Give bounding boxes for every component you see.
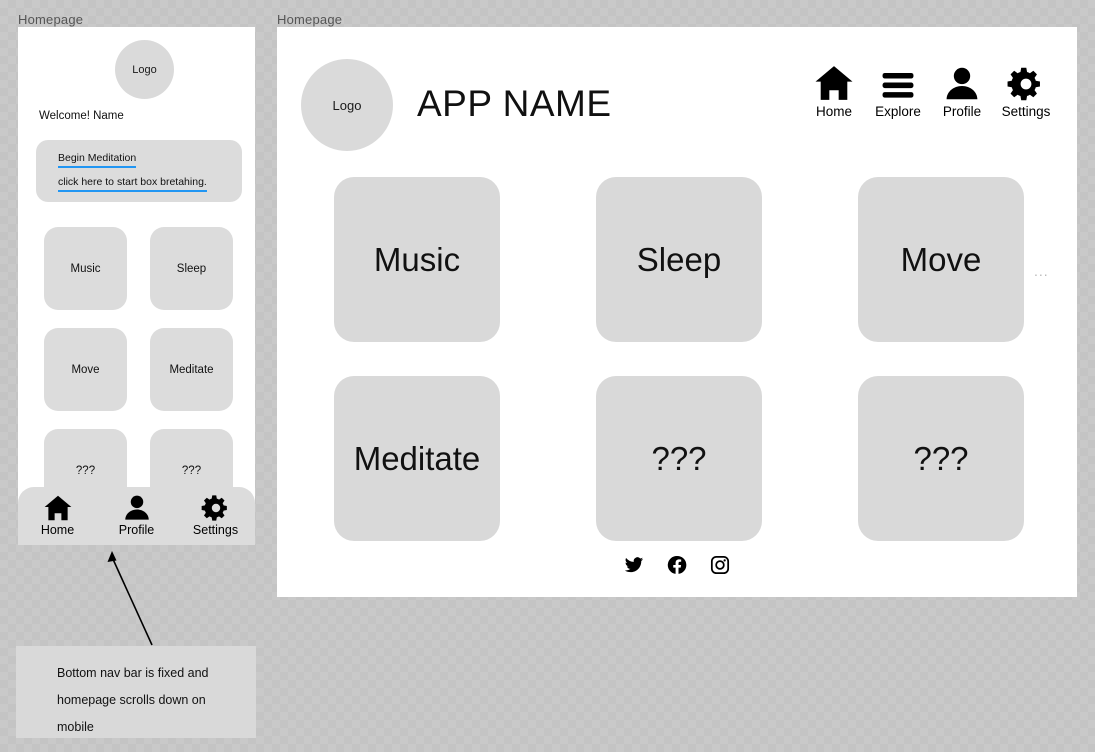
desktop-nav-item-home[interactable]: Home <box>809 64 859 120</box>
mobile-tile-meditate[interactable]: Meditate <box>150 328 233 411</box>
mobile-welcome-text: Welcome! Name <box>39 110 124 122</box>
desktop-category-grid: Music Sleep Move Meditate ??? ??? <box>334 177 1024 541</box>
annotation-arrow <box>107 551 153 646</box>
begin-meditation-card[interactable]: Begin Meditation click here to start box… <box>36 140 242 202</box>
desktop-tile-sleep[interactable]: Sleep <box>596 177 762 342</box>
mobile-bottom-nav-bar: Home Profile Settings <box>18 487 255 545</box>
desktop-nav-item-profile[interactable]: Profile <box>937 66 987 120</box>
social-links-row <box>277 555 1077 580</box>
desktop-nav-label-explore: Explore <box>875 104 921 119</box>
desktop-nav-label-settings: Settings <box>1001 104 1051 119</box>
gear-icon <box>1006 66 1046 102</box>
home-icon <box>813 64 855 102</box>
annotation-note: Bottom nav bar is fixed and homepage scr… <box>16 646 256 738</box>
gear-icon <box>201 494 231 522</box>
desktop-logo-placeholder: Logo <box>301 59 393 151</box>
annotation-line-3: mobile <box>57 720 94 734</box>
mobile-nav-item-settings[interactable]: Settings <box>185 494 247 537</box>
box-breathing-link[interactable]: click here to start box bretahing. <box>58 175 207 192</box>
mobile-nav-label-profile: Profile <box>118 523 155 537</box>
mobile-logo-text: Logo <box>132 63 157 76</box>
desktop-logo-text: Logo <box>332 97 362 113</box>
mobile-category-grid: Music Sleep Move Meditate ??? ??? <box>44 227 234 512</box>
person-icon <box>122 494 152 522</box>
mockup-canvas: Homepage Logo Welcome! Name Begin Medita… <box>0 0 1095 752</box>
twitter-icon[interactable] <box>624 555 644 580</box>
desktop-frame-label: Homepage <box>277 12 343 27</box>
desktop-tile-meditate[interactable]: Meditate <box>334 376 500 541</box>
mobile-nav-label-home: Home <box>40 523 75 537</box>
hamburger-menu-icon <box>879 68 917 102</box>
mobile-nav-label-settings: Settings <box>192 523 239 537</box>
desktop-tile-move[interactable]: Move <box>858 177 1024 342</box>
app-name-title: APP NAME <box>417 83 612 124</box>
mobile-tile-sleep[interactable]: Sleep <box>150 227 233 310</box>
mobile-logo-placeholder: Logo <box>115 40 174 99</box>
begin-meditation-link[interactable]: Begin Meditation <box>58 151 137 168</box>
desktop-top-nav: Home Explore Profile Settings <box>809 64 1051 120</box>
desktop-tile-unknown-2[interactable]: ??? <box>858 376 1024 541</box>
desktop-nav-item-explore[interactable]: Explore <box>873 68 923 120</box>
desktop-tile-music[interactable]: Music <box>334 177 500 342</box>
mobile-homepage-frame: Logo Welcome! Name Begin Meditation clic… <box>18 27 255 543</box>
annotation-line-2: homepage scrolls down on <box>57 693 206 707</box>
desktop-nav-label-profile: Profile <box>942 104 982 119</box>
home-icon <box>43 494 73 522</box>
annotation-line-1: Bottom nav bar is fixed and <box>57 666 209 680</box>
mobile-tile-move[interactable]: Move <box>44 328 127 411</box>
mobile-nav-item-home[interactable]: Home <box>27 494 89 537</box>
mobile-nav-item-profile[interactable]: Profile <box>106 494 168 537</box>
mobile-frame-label: Homepage <box>18 12 84 27</box>
desktop-homepage-frame: Logo APP NAME Home Explore Profile Setti… <box>277 27 1077 597</box>
instagram-icon[interactable] <box>710 555 730 580</box>
desktop-nav-label-home: Home <box>815 104 852 119</box>
person-icon <box>942 66 982 102</box>
facebook-icon[interactable] <box>667 555 687 580</box>
desktop-tile-unknown-1[interactable]: ??? <box>596 376 762 541</box>
overflow-ellipsis-marker: ... <box>1034 263 1049 279</box>
desktop-nav-item-settings[interactable]: Settings <box>1001 66 1051 120</box>
mobile-tile-music[interactable]: Music <box>44 227 127 310</box>
